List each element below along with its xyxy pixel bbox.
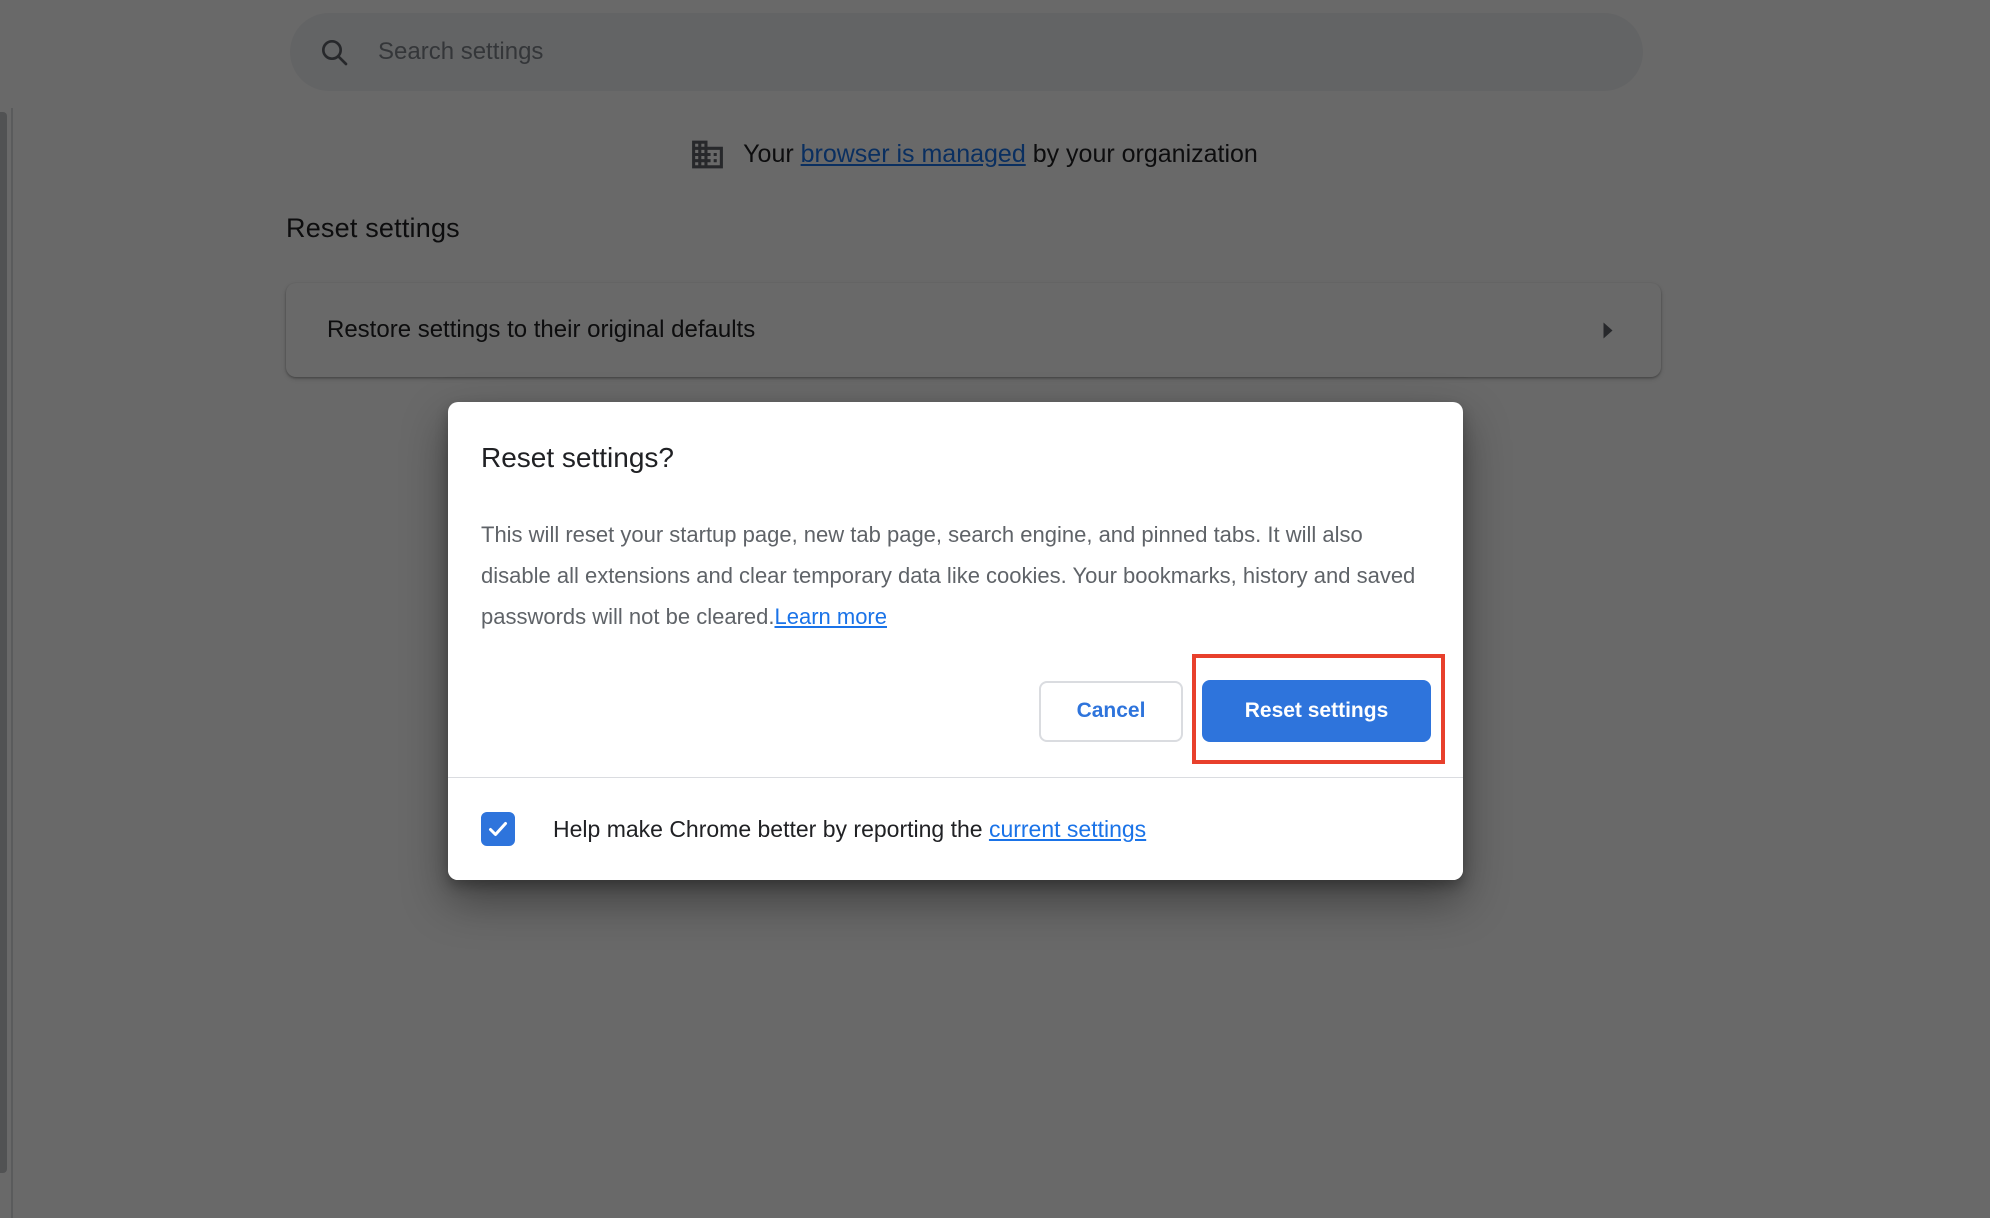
cancel-button[interactable]: Cancel (1039, 681, 1183, 742)
current-settings-link[interactable]: current settings (989, 816, 1146, 842)
learn-more-link[interactable]: Learn more (774, 604, 887, 629)
checkbox-label-text: Help make Chrome better by reporting the (553, 816, 989, 842)
checkmark-icon (486, 817, 510, 841)
checkbox-label: Help make Chrome better by reporting the… (553, 816, 1146, 843)
report-settings-checkbox[interactable] (481, 812, 515, 846)
dialog-button-row: Cancel Reset settings (448, 680, 1463, 742)
dialog-body-main: This will reset your startup page, new t… (481, 522, 1415, 629)
dialog-footer: Help make Chrome better by reporting the… (448, 778, 1463, 880)
dialog-title: Reset settings? (481, 440, 1430, 476)
reset-settings-dialog: Reset settings? This will reset your sta… (448, 402, 1463, 880)
dialog-body-text: This will reset your startup page, new t… (481, 514, 1431, 637)
reset-settings-button[interactable]: Reset settings (1202, 680, 1431, 742)
